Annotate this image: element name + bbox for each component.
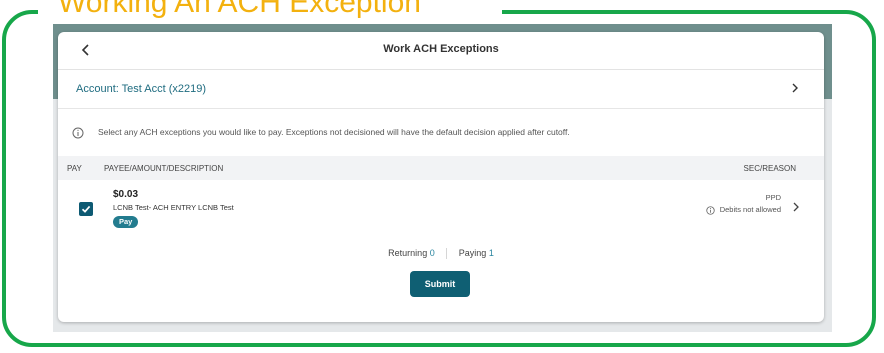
highlight-frame [2,10,876,347]
frame-title: Working An ACH Exception [58,0,421,19]
